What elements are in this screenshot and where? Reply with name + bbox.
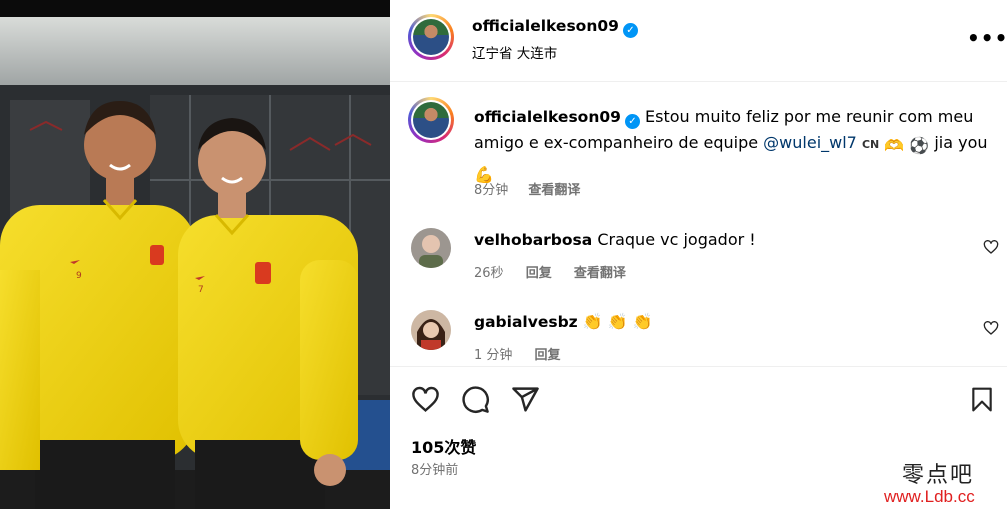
photo-top-bar — [0, 0, 390, 17]
verified-badge-icon: ✓ — [622, 23, 638, 38]
watermark-title: 零点吧 — [902, 463, 975, 488]
more-options-icon[interactable]: ••• — [967, 26, 1007, 50]
comment-like-heart-icon[interactable] — [983, 320, 999, 336]
locker-room-photo: 9 7 — [0, 17, 390, 509]
mention-link[interactable]: @wulei_wl7 — [763, 133, 857, 152]
heart-icon[interactable] — [411, 385, 440, 414]
post-photo[interactable]: 9 7 — [0, 0, 390, 509]
watermark-url: www.Ldb.cc — [884, 487, 975, 506]
verified-badge-icon: ✓ — [624, 114, 640, 129]
header-divider — [390, 81, 1007, 82]
comment-text: Craque vc jogador ! — [597, 230, 756, 249]
comment-reply-button[interactable]: 回复 — [526, 266, 552, 281]
caption-time: 8分钟 — [474, 183, 509, 198]
comment-like-heart-icon[interactable] — [983, 239, 999, 255]
caption-username[interactable]: officialelkeson09 — [474, 108, 621, 126]
comment-translate-link[interactable]: 查看翻译 — [574, 266, 626, 281]
comment-meta: 1 分钟 回复 — [474, 344, 579, 363]
comment-time: 26秒 — [474, 266, 504, 281]
soccer-ball-emoji-icon: ⚽ — [909, 136, 930, 155]
comment-username[interactable]: gabialvesbz — [474, 313, 578, 331]
svg-text:9: 9 — [76, 271, 82, 281]
author-info: officialelkeson09 ✓ 辽宁省 大连市 — [472, 16, 638, 62]
comment-reply-button[interactable]: 回复 — [535, 348, 561, 363]
comment-meta: 26秒 回复 查看翻译 — [474, 262, 644, 281]
comment-avatar[interactable] — [411, 310, 451, 350]
post-detail-panel: officialelkeson09 ✓ 辽宁省 大连市 ••• officiale… — [390, 0, 1007, 509]
caption-author-avatar[interactable] — [408, 97, 454, 143]
caption-meta: 8分钟 查看翻译 — [474, 179, 580, 198]
flag-cn-icon: CN — [861, 138, 880, 151]
actions-divider — [390, 366, 1007, 367]
comment-avatar[interactable] — [411, 228, 451, 268]
caption-translate-link[interactable]: 查看翻译 — [528, 183, 580, 198]
svg-text:7: 7 — [198, 285, 204, 295]
post-location[interactable]: 辽宁省 大连市 — [472, 42, 638, 62]
post-timestamp[interactable]: 8分钟前 — [411, 459, 458, 478]
post-caption: officialelkeson09 ✓ Estou muito feliz por… — [474, 104, 994, 188]
comment-body: gabialvesbz 👏 👏 👏 — [474, 311, 653, 333]
author-username[interactable]: officialelkeson09 — [472, 17, 619, 35]
author-avatar[interactable] — [408, 14, 454, 60]
caption-text-end: jia you — [929, 133, 988, 152]
send-icon[interactable] — [511, 385, 540, 414]
comment-icon[interactable] — [461, 385, 490, 414]
bookmark-icon[interactable] — [969, 385, 995, 414]
heart-hands-emoji-icon: 🫶 — [884, 136, 905, 155]
comment-username[interactable]: velhobarbosa — [474, 231, 592, 249]
comment-time: 1 分钟 — [474, 348, 513, 363]
comment-text: 👏 👏 👏 — [582, 312, 653, 331]
comment-body: velhobarbosa Craque vc jogador ! — [474, 229, 756, 251]
likes-count[interactable]: 105次赞 — [411, 434, 476, 458]
